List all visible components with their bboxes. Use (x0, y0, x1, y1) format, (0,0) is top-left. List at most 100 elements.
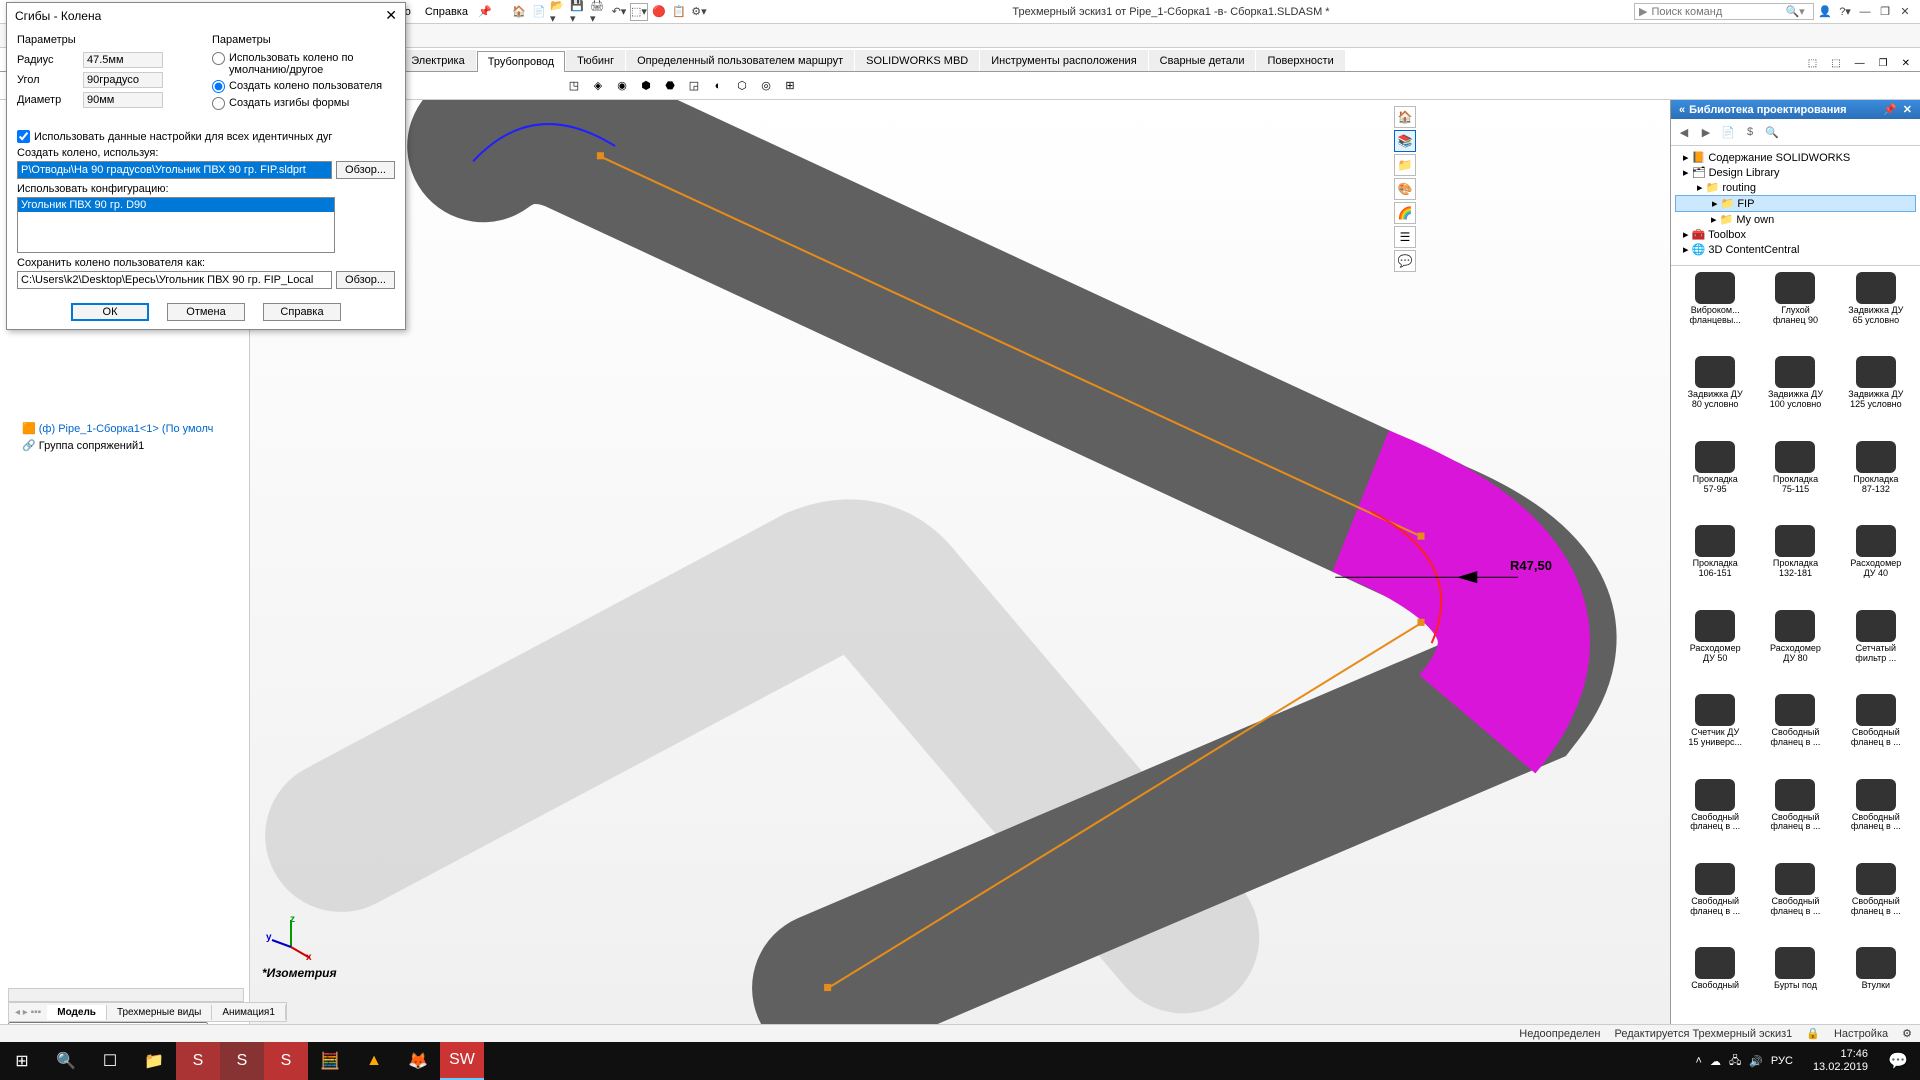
dlib-tree-node[interactable]: ▸ 🧰 Toolbox (1675, 227, 1916, 242)
status-custom[interactable]: Настройка (1834, 1028, 1888, 1040)
search-box[interactable]: ▶🔍▾ (1634, 3, 1814, 20)
tab-model[interactable]: Модель (47, 1005, 107, 1020)
status-gear-icon[interactable]: ⚙ (1902, 1027, 1912, 1040)
dlib-part-item[interactable]: Свободный фланец в ... (1677, 779, 1753, 859)
dlib-part-item[interactable]: Свободный фланец в ... (1757, 863, 1833, 943)
tab-3dviews[interactable]: Трехмерные виды (107, 1005, 212, 1020)
help-button[interactable]: Справка (263, 303, 341, 321)
dlib-part-item[interactable]: Счетчик ДУ 15 универс... (1677, 694, 1753, 774)
close-icon[interactable]: ✕ (1896, 3, 1914, 21)
dlib-close-icon[interactable]: ✕ (1903, 103, 1912, 116)
dlib-part-item[interactable]: Свободный фланец в ... (1757, 694, 1833, 774)
rebuild-icon[interactable]: 🔴 (650, 3, 668, 21)
task-tab-library[interactable]: 📚 (1394, 130, 1416, 152)
undo-icon[interactable]: ↶▾ (610, 3, 628, 21)
tray-lang[interactable]: РУС (1771, 1055, 1793, 1067)
doc-new-icon[interactable]: ⬚ (1827, 56, 1844, 71)
action-center-icon[interactable]: 💬 (1876, 1042, 1920, 1080)
tab-mbd[interactable]: SOLIDWORKS MBD (855, 50, 979, 71)
task-tab-forum[interactable]: 💬 (1394, 250, 1416, 272)
open-icon[interactable]: 📂▾ (550, 3, 568, 21)
options-icon[interactable]: 📋 (670, 3, 688, 21)
solidworks-icon[interactable]: SW (440, 1042, 484, 1080)
tray-net-icon[interactable]: 🖧 (1729, 1052, 1741, 1071)
dlib-part-item[interactable]: Свободный фланец в ... (1838, 694, 1914, 774)
tray-cloud-icon[interactable]: ☁ (1710, 1055, 1721, 1068)
dlib-part-item[interactable]: Сетчатый фильтр ... (1838, 610, 1914, 690)
tab-surfaces[interactable]: Поверхности (1256, 50, 1344, 71)
dlib-part-item[interactable]: Виброком... фланцевы... (1677, 272, 1753, 352)
cm-ico-5[interactable]: ⬣ (660, 76, 680, 96)
select-icon[interactable]: ⬚▾ (630, 3, 648, 21)
search-input[interactable] (1651, 6, 1781, 18)
cancel-button[interactable]: Отмена (167, 303, 245, 321)
explorer-icon[interactable]: 📁 (132, 1042, 176, 1080)
dlib-tree-node[interactable]: ▸ 📁 My own (1675, 212, 1916, 227)
dlib-part-item[interactable]: Глухой фланец 90 (1757, 272, 1833, 352)
firefox-icon[interactable]: 🦊 (396, 1042, 440, 1080)
dlib-part-item[interactable]: Свободный фланец в ... (1838, 863, 1914, 943)
tab-truboprovod[interactable]: Трубопровод (477, 51, 565, 72)
dlib-tree-node[interactable]: ▸ 📁 FIP (1675, 195, 1916, 212)
dlib-part-item[interactable]: Свободный фланец в ... (1677, 863, 1753, 943)
start-icon[interactable]: ⊞ (0, 1042, 44, 1080)
tab-elektrika[interactable]: Электрика (400, 50, 476, 71)
save-path-input[interactable] (17, 271, 332, 289)
dialog-close-icon[interactable]: ✕ (385, 7, 397, 24)
win-search-icon[interactable]: 🔍 (44, 1042, 88, 1080)
taskview-icon[interactable]: ☐ (88, 1042, 132, 1080)
create-path-input[interactable] (17, 161, 332, 179)
tree-hscroll[interactable] (8, 988, 244, 1002)
save-icon[interactable]: 💾▾ (570, 3, 588, 21)
dlib-part-item[interactable]: Задвижка ДУ 65 условно (1838, 272, 1914, 352)
tree-pipe-assembly[interactable]: 🟧 (ф) Pipe_1-Сборка1<1> (По умолч (0, 420, 249, 437)
dlib-pin-icon[interactable]: 📌 (1883, 103, 1897, 116)
opt-default-elbow[interactable] (212, 52, 225, 65)
task-tab-appearance[interactable]: 🌈 (1394, 202, 1416, 224)
dlib-part-item[interactable]: Прокладка 75-115 (1757, 441, 1833, 521)
dlib-part-item[interactable]: Задвижка ДУ 100 условно (1757, 356, 1833, 436)
cm-ico-7[interactable]: ◐ (708, 76, 728, 96)
task-tab-explorer[interactable]: 📁 (1394, 154, 1416, 176)
user-icon[interactable]: 👤 (1816, 3, 1834, 21)
system-tray[interactable]: ˄ ☁ 🖧 🔊 РУС (1684, 1052, 1805, 1071)
dlib-tree-node[interactable]: ▸ 🌐 3D ContentCentral (1675, 242, 1916, 257)
dlib-part-item[interactable]: Задвижка ДУ 125 условно (1838, 356, 1914, 436)
dlib-part-item[interactable]: Свободный фланец в ... (1838, 779, 1914, 859)
opt-user-elbow[interactable] (212, 80, 225, 93)
tab-custom-route[interactable]: Определенный пользователем маршрут (626, 50, 854, 71)
cm-ico-3[interactable]: ◉ (612, 76, 632, 96)
doc-max-icon[interactable]: ❐ (1875, 56, 1892, 71)
cm-ico-9[interactable]: ◎ (756, 76, 776, 96)
dlib-part-item[interactable]: Свободный фланец в ... (1757, 779, 1833, 859)
home-icon[interactable]: 🏠 (510, 3, 528, 21)
viewport[interactable]: R47,50 zyx *Изометрия 🏠 📚 📁 🎨 🌈 ☰ 💬 (250, 100, 1670, 1024)
dimension-annotation[interactable]: R47,50 (1510, 558, 1552, 573)
tab-animation[interactable]: Анимация1 (212, 1005, 286, 1020)
dlib-part-item[interactable]: Прокладка 57-95 (1677, 441, 1753, 521)
dlib-tree-node[interactable]: ▸ 🗂 Design Library (1675, 165, 1916, 180)
tray-up-icon[interactable]: ˄ (1696, 1055, 1702, 1067)
dlib-part-item[interactable]: Прокладка 87-132 (1838, 441, 1914, 521)
dlib-tree[interactable]: ▸ 📙 Содержание SOLIDWORKS▸ 🗂 Design Libr… (1671, 146, 1920, 266)
dlib-part-item[interactable]: Бурты под (1757, 947, 1833, 1018)
cm-ico-6[interactable]: ◲ (684, 76, 704, 96)
menu-help[interactable]: Справка (419, 4, 474, 20)
ok-button[interactable]: ОК (71, 303, 149, 321)
help-icon[interactable]: ?▾ (1836, 3, 1854, 21)
dlib-search-icon[interactable]: 🔍 (1763, 123, 1781, 141)
cm-ico-4[interactable]: ⬢ (636, 76, 656, 96)
task-tab-properties[interactable]: ☰ (1394, 226, 1416, 248)
dlib-part-item[interactable]: Свободный (1677, 947, 1753, 1018)
config-listbox[interactable]: Угольник ПВХ 90 гр. D90 (17, 197, 335, 253)
dlib-part-item[interactable]: Втулки (1838, 947, 1914, 1018)
app3-icon[interactable]: S (264, 1042, 308, 1080)
dlib-part-item[interactable]: Расходомер ДУ 40 (1838, 525, 1914, 605)
cm-ico-2[interactable]: ◈ (588, 76, 608, 96)
doc-close-icon[interactable]: ✕ (1898, 56, 1914, 71)
dlib-tree-node[interactable]: ▸ 📁 routing (1675, 180, 1916, 195)
tray-vol-icon[interactable]: 🔊 (1749, 1055, 1763, 1068)
settings-icon[interactable]: ⚙▾ (690, 3, 708, 21)
tree-mates[interactable]: 🔗 Группа сопряжений1 (0, 437, 249, 454)
cm-ico-1[interactable]: ◳ (564, 76, 584, 96)
